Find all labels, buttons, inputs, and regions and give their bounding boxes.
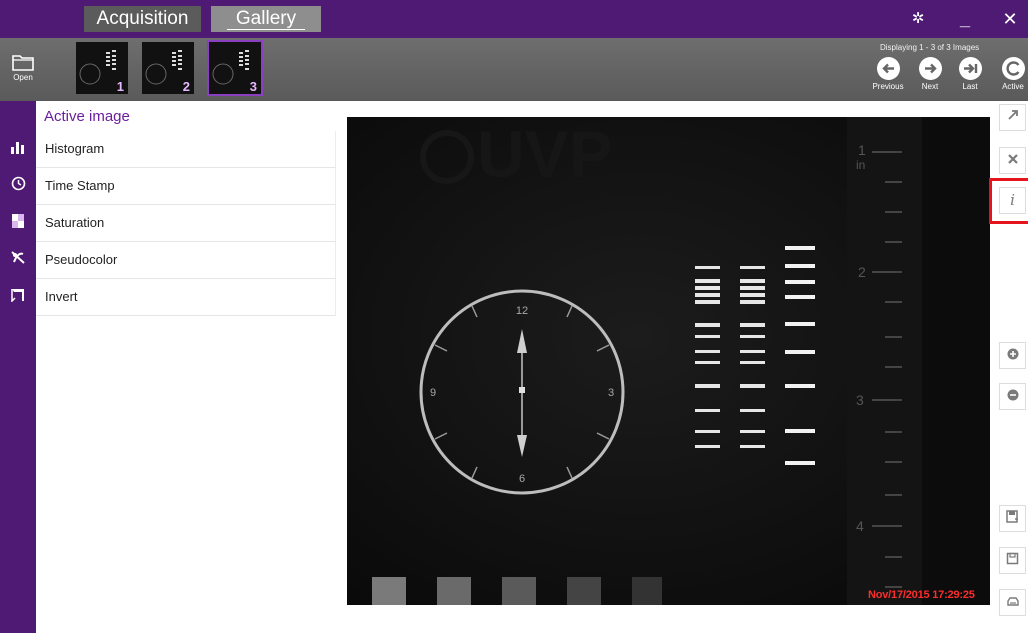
thumbnail-number: 3 <box>249 79 257 94</box>
pseudocolor-icon[interactable] <box>0 242 36 278</box>
next-label: Next <box>921 82 939 91</box>
tool-time-stamp[interactable]: Time Stamp <box>36 168 336 205</box>
tab-gallery-label: Gallery <box>235 8 297 29</box>
thumbnail-2[interactable]: 2 <box>142 42 194 94</box>
ruler-label-2: 2 <box>858 264 866 280</box>
info-highlight-box <box>989 178 1028 224</box>
tool-histogram[interactable]: Histogram <box>36 131 336 168</box>
watermark-text: UVP <box>477 117 613 191</box>
active-label: Active <box>1002 82 1024 91</box>
tab-acquisition[interactable]: Acquisition <box>84 6 201 32</box>
tool-saturation[interactable]: Saturation <box>36 205 336 242</box>
refresh-icon <box>1001 57 1025 80</box>
histogram-icon[interactable] <box>0 131 36 167</box>
expand-icon[interactable] <box>999 104 1026 131</box>
ruler-unit: in <box>856 158 865 172</box>
timestamp-overlay: Nov/17/2015 17:29:25 <box>868 589 975 601</box>
save-icon[interactable] <box>999 547 1026 574</box>
thumbnail-3[interactable]: 3 <box>207 40 263 96</box>
close-image-icon[interactable] <box>999 147 1026 174</box>
tool-icon-strip <box>0 101 36 633</box>
last-label: Last <box>962 82 978 91</box>
ruler-label-3: 3 <box>856 392 864 408</box>
minimize-icon[interactable]: _ <box>951 6 979 32</box>
previous-button[interactable]: Previous <box>868 57 908 101</box>
display-status: Displaying 1 - 3 of 3 Images <box>880 43 980 52</box>
last-button[interactable]: Last <box>950 57 990 101</box>
saturation-icon[interactable] <box>0 205 36 241</box>
clock-icon[interactable] <box>0 168 36 204</box>
active-button[interactable]: Active <box>993 57 1028 101</box>
tab-gallery[interactable]: Gallery <box>211 6 321 32</box>
open-button[interactable]: Open <box>6 52 40 92</box>
thumbnail-number: 1 <box>116 79 124 94</box>
invert-icon[interactable] <box>0 279 36 315</box>
open-label: Open <box>13 73 33 82</box>
clock-number-12: 12 <box>516 305 528 317</box>
thumbnail-number: 2 <box>182 79 190 94</box>
clock-number-6: 6 <box>519 473 525 485</box>
thumbnail-1[interactable]: 1 <box>76 42 128 94</box>
gel-image: UVP 12 3 6 9 1 in 2 3 4 <box>347 117 990 605</box>
previous-label: Previous <box>872 82 904 91</box>
active-tab-underline <box>227 29 305 30</box>
zoom-out-icon[interactable] <box>999 383 1026 410</box>
gallery-toolbar: Open 1 2 3 Displaying 1 - 3 of 3 Images … <box>0 38 1028 101</box>
ruler: 1 in 2 3 4 <box>847 117 990 605</box>
title-bar: Acquisition Gallery ✲ _ ✕ <box>0 0 1028 38</box>
arrow-left-icon <box>876 57 900 80</box>
print-icon[interactable] <box>999 589 1026 616</box>
zoom-in-icon[interactable] <box>999 342 1026 369</box>
ruler-label-4: 4 <box>856 518 864 534</box>
settings-icon[interactable]: ✲ <box>904 6 932 32</box>
close-icon[interactable]: ✕ <box>996 6 1024 32</box>
clock-number-9: 9 <box>430 387 436 399</box>
skip-last-icon <box>958 57 982 80</box>
save-as-icon[interactable] <box>999 505 1026 532</box>
next-button[interactable]: Next <box>910 57 950 101</box>
image-viewer[interactable]: UVP 12 3 6 9 1 in 2 3 4 <box>347 117 990 605</box>
panel-title: Active image <box>44 108 130 125</box>
ruler-label-1: 1 <box>858 142 866 158</box>
tool-invert[interactable]: Invert <box>36 279 336 316</box>
arrow-right-icon <box>918 57 942 80</box>
tool-pseudocolor[interactable]: Pseudocolor <box>36 242 336 279</box>
clock-number-3: 3 <box>608 387 614 399</box>
folder-icon <box>12 55 34 71</box>
